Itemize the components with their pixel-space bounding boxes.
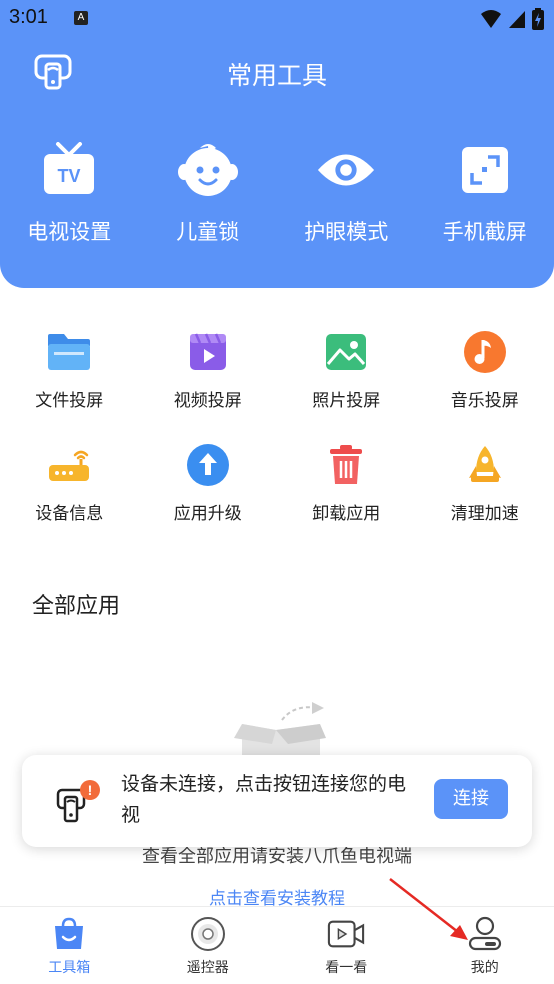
tool-child-lock[interactable]: 儿童锁 — [139, 140, 278, 246]
grid-item-music-cast[interactable]: 音乐投屏 — [416, 328, 554, 411]
page-title: 常用工具 — [226, 61, 327, 90]
device-tools-row: 设备信息 应用升级 卸载应用 清理加速 — [0, 441, 554, 524]
signal-icon — [509, 11, 525, 28]
child-face-icon — [177, 140, 238, 200]
eye-icon — [316, 140, 376, 200]
disconnected-device-icon: ! — [56, 780, 102, 826]
notification-icon: A — [74, 11, 88, 25]
grid-item-file-cast[interactable]: 文件投屏 — [0, 328, 139, 411]
photo-icon — [322, 328, 370, 376]
toolbox-bag-icon — [50, 915, 88, 953]
trash-icon — [322, 441, 370, 489]
tool-label: 护眼模式 — [304, 220, 389, 244]
cast-tools-row: 文件投屏 视频投屏 照片投屏 音乐投屏 — [0, 328, 554, 411]
nav-remote[interactable]: 遥控器 — [139, 907, 278, 984]
grid-label: 文件投屏 — [35, 391, 104, 411]
svg-text:TV: TV — [58, 166, 81, 186]
nav-mine[interactable]: 我的 — [416, 907, 554, 984]
grid-item-clean-boost[interactable]: 清理加速 — [416, 441, 554, 524]
grid-label: 应用升级 — [173, 504, 242, 524]
screenshot-icon — [455, 140, 515, 200]
toast-message: 设备未连接，点击按钮连接您的电视 — [121, 773, 407, 826]
empty-box-icon — [232, 698, 328, 758]
tool-screenshot[interactable]: 手机截屏 — [416, 140, 554, 246]
grid-item-uninstall-app[interactable]: 卸载应用 — [277, 441, 416, 524]
grid-label: 清理加速 — [450, 504, 519, 524]
badge-text: ! — [88, 782, 93, 798]
bottom-nav: 工具箱 遥控器 看一看 我的 — [0, 906, 554, 984]
common-tools-row: TV 电视设置 儿童锁 护眼模式 手机截屏 — [0, 140, 554, 246]
tool-eye-protection[interactable]: 护眼模式 — [277, 140, 416, 246]
profile-icon — [466, 915, 504, 953]
tool-label: 电视设置 — [27, 220, 112, 244]
nav-label: 我的 — [470, 960, 499, 976]
grid-label: 音乐投屏 — [450, 391, 519, 411]
nav-label: 工具箱 — [48, 960, 91, 976]
tool-tv-settings[interactable]: TV 电视设置 — [0, 140, 139, 246]
folder-icon — [45, 328, 93, 376]
nav-label: 遥控器 — [186, 960, 229, 976]
grid-label: 设备信息 — [35, 504, 104, 524]
music-note-icon — [461, 328, 509, 376]
remote-dial-icon — [189, 915, 227, 953]
grid-item-app-upgrade[interactable]: 应用升级 — [139, 441, 278, 524]
tool-label: 儿童锁 — [176, 220, 240, 244]
grid-label: 视频投屏 — [173, 391, 242, 411]
battery-icon — [532, 8, 544, 30]
connect-button[interactable]: 连接 — [434, 779, 508, 819]
status-time: 3:01 — [9, 6, 48, 28]
video-clapper-icon — [184, 328, 232, 376]
grid-item-video-cast[interactable]: 视频投屏 — [139, 328, 278, 411]
nav-label: 看一看 — [325, 960, 368, 976]
connection-toast: ! 设备未连接，点击按钮连接您的电视 连接 — [22, 755, 532, 847]
grid-item-photo-cast[interactable]: 照片投屏 — [277, 328, 416, 411]
video-camera-icon — [327, 915, 365, 953]
upgrade-arrow-icon — [184, 441, 232, 489]
tv-icon: TV — [39, 140, 99, 200]
grid-label: 照片投屏 — [312, 391, 381, 411]
nav-watch[interactable]: 看一看 — [277, 907, 416, 984]
nav-toolbox[interactable]: 工具箱 — [0, 907, 139, 984]
section-title-all-apps: 全部应用 — [32, 594, 121, 619]
router-icon — [45, 441, 93, 489]
rocket-icon — [461, 441, 509, 489]
status-bar: 3:01 A — [0, 0, 554, 38]
status-icons — [480, 8, 544, 30]
tool-label: 手机截屏 — [442, 220, 527, 244]
grid-item-device-info[interactable]: 设备信息 — [0, 441, 139, 524]
wifi-icon — [481, 10, 501, 28]
grid-label: 卸载应用 — [312, 504, 381, 524]
